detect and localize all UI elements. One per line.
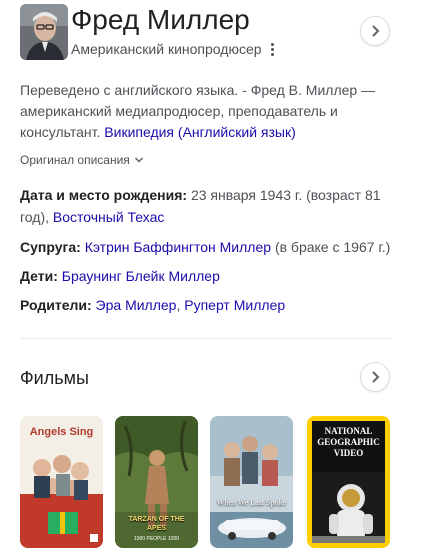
original-description-label: Оригинал описания xyxy=(20,153,130,167)
fact-spouse: Супруга: Кэтрин Баффингтон Миллер (в бра… xyxy=(20,236,400,258)
birthplace-link[interactable]: Восточный Техас xyxy=(53,209,165,225)
film-poster-when-we-last-spoke[interactable]: When We Last Spoke xyxy=(210,416,293,548)
fact-parents: Родители: Эра Миллер, Руперт Миллер xyxy=(20,294,400,316)
chevron-right-icon xyxy=(372,371,380,383)
wikipedia-link[interactable]: Википедия (Английский язык) xyxy=(104,124,295,140)
fact-parents-label: Родители: xyxy=(20,297,92,313)
chevron-down-icon xyxy=(134,157,143,163)
description: Переведено с английского языка. - Фред В… xyxy=(20,80,390,143)
more-options-icon[interactable] xyxy=(268,40,276,58)
poster-angels-sing-title: Angels Sing xyxy=(29,426,94,438)
fact-children: Дети: Браунинг Блейк Миллер xyxy=(20,265,400,287)
avatar-photo xyxy=(20,4,68,60)
chevron-right-icon xyxy=(372,25,380,37)
film-poster-angels-sing[interactable]: Angels Sing xyxy=(20,416,103,548)
child-link[interactable]: Браунинг Блейк Миллер xyxy=(62,268,220,284)
poster-when-we-last-spoke-title: When We Last Spoke xyxy=(216,498,287,507)
header-expand-button[interactable] xyxy=(360,16,390,46)
film-poster-tarzan[interactable]: Tarzan of the Apes 1000 PEOPLE 1000 xyxy=(115,416,198,548)
poster-when-we-last-spoke-art xyxy=(210,416,293,548)
avatar[interactable] xyxy=(20,4,68,60)
poster-national-geographic-title: NATIONAL GEOGRAPHIC VIDEO xyxy=(317,426,380,458)
fact-spouse-label: Супруга: xyxy=(20,239,81,255)
parent-link-1[interactable]: Эра Миллер xyxy=(96,297,177,313)
page-title: Фред Миллер xyxy=(71,4,250,35)
parents-separator: , xyxy=(176,297,181,313)
entity-subtitle: Американский кинопродюсер xyxy=(71,41,262,57)
original-description-toggle[interactable]: Оригинал описания xyxy=(20,152,144,168)
films-heading: Фильмы xyxy=(20,368,89,388)
poster-tarzan-title: Tarzan of the Apes xyxy=(128,516,185,532)
films-more-button[interactable] xyxy=(360,362,390,392)
fact-birth-label: Дата и место рождения: xyxy=(20,187,188,203)
parent-link-2[interactable]: Руперт Миллер xyxy=(184,297,285,313)
poster-tarzan-tagline: 1000 PEOPLE 1000 xyxy=(133,536,180,542)
section-divider xyxy=(20,338,392,339)
film-poster-national-geographic[interactable]: NATIONAL GEOGRAPHIC VIDEO xyxy=(307,416,390,548)
fact-birth: Дата и место рождения: 23 января 1943 г.… xyxy=(20,184,400,228)
fact-children-label: Дети: xyxy=(20,268,58,284)
fact-spouse-note: (в браке с 1967 г.) xyxy=(274,239,391,255)
spouse-link[interactable]: Кэтрин Баффингтон Миллер xyxy=(85,239,271,255)
